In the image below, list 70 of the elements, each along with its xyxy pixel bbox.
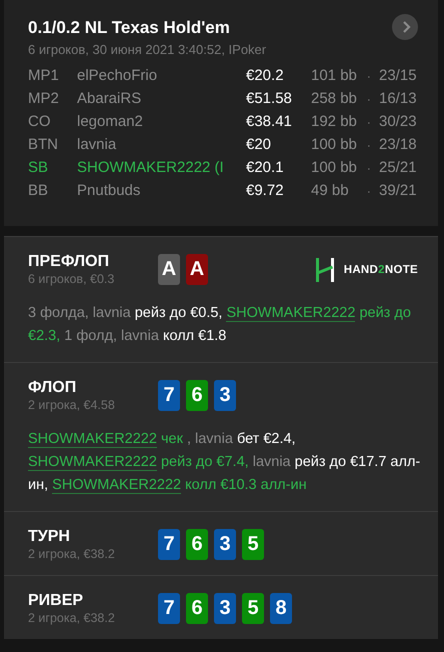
separator-dot: · (367, 140, 372, 152)
stack-amount: €20 (246, 136, 272, 153)
card: 3 (214, 529, 236, 560)
card: 7 (158, 593, 180, 624)
card: 5 (242, 529, 264, 560)
stack-bb: 100 bb (311, 159, 358, 176)
action-log: 3 фолда, lavnia рейз до €0.5, SHOWMAKER2222 рейз до €2.3, 1 фолд, lavnia колл €1.8 (28, 304, 412, 346)
separator-dot: · (367, 163, 372, 175)
street-title: ТУРН (28, 528, 71, 546)
action-log: SHOWMAKER2222 чек , lavnia бет €2.4, SHOWMAKER2222 рейз до €7.4, lavnia рейз до €17.7 алл-ин, SHOWMAKER2222 колл €10.3 алл-ин (28, 430, 422, 496)
player-stats: 23/18 (379, 136, 417, 153)
card: 3 (214, 380, 236, 411)
hand-title: 0.1/0.2 NL Texas Hold'em (28, 18, 230, 38)
separator-dot: · (367, 186, 372, 198)
street-subtitle: 2 игрока, €38.2 (28, 611, 116, 625)
player-link[interactable]: SHOWMAKER2222 (28, 454, 157, 471)
chevron-right-icon (400, 21, 410, 33)
separator-dot: · (367, 71, 372, 83)
position-label: CO (28, 113, 52, 130)
player-stats: 39/21 (379, 182, 417, 199)
player-name: elPechoFrio (77, 67, 158, 84)
player-stats: 16/13 (379, 90, 417, 107)
separator-dot: · (367, 94, 372, 106)
card: 6 (186, 380, 208, 411)
next-button[interactable] (392, 14, 418, 40)
player-stats: 30/23 (379, 113, 417, 130)
position-label: SB (28, 159, 50, 176)
player-name: AbaraiRS (77, 90, 142, 107)
player-stats: 25/21 (379, 159, 417, 176)
card: 8 (270, 593, 292, 624)
stack-amount: €20.1 (246, 159, 285, 176)
position-label: MP2 (28, 90, 60, 107)
player-stats: 23/15 (379, 67, 417, 84)
logo-icon (316, 258, 334, 282)
street-title: ПРЕФЛОП (28, 253, 110, 271)
card: 6 (186, 593, 208, 624)
player-link[interactable]: SHOWMAKER2222 (52, 477, 182, 494)
street-title: РИВЕР (28, 592, 84, 610)
card: 7 (158, 380, 180, 411)
separator-dot: · (367, 117, 372, 129)
card: 5 (242, 593, 264, 624)
position-label: BTN (28, 136, 59, 153)
stack-bb: 258 bb (311, 90, 358, 107)
stack-bb: 192 bb (311, 113, 358, 130)
player-link[interactable]: SHOWMAKER2222 (226, 305, 356, 322)
stack-bb: 49 bb (311, 182, 350, 199)
card: 3 (214, 593, 236, 624)
stack-amount: €38.41 (246, 113, 293, 130)
card: 6 (186, 529, 208, 560)
player-name: Pnutbuds (77, 182, 140, 199)
stack-bb: 101 bb (311, 67, 358, 84)
stack-amount: €9.72 (246, 182, 285, 199)
card: 7 (158, 529, 180, 560)
player-link[interactable]: SHOWMAKER2222 (28, 431, 157, 448)
player-name: legoman2 (77, 113, 143, 130)
street-title: ФЛОП (28, 379, 78, 397)
card: A (186, 254, 208, 285)
card: A (158, 254, 180, 285)
logo-text: HAND2NOTE (344, 264, 418, 276)
hand-subtitle: 6 игроков, 30 июня 2021 3:40:52, IPoker (28, 42, 268, 57)
stack-amount: €20.2 (246, 67, 285, 84)
player-link[interactable]: SHOWMAKER2222 (I (77, 159, 224, 176)
street-subtitle: 2 игрока, €4.58 (28, 398, 116, 412)
street-subtitle: 6 игроков, €0.3 (28, 272, 116, 286)
player-name: lavnia (77, 136, 116, 153)
stack-amount: €51.58 (246, 90, 293, 107)
position-label: MP1 (28, 67, 60, 84)
stack-bb: 100 bb (311, 136, 358, 153)
street-subtitle: 2 игрока, €38.2 (28, 547, 116, 561)
position-label: BB (28, 182, 50, 199)
